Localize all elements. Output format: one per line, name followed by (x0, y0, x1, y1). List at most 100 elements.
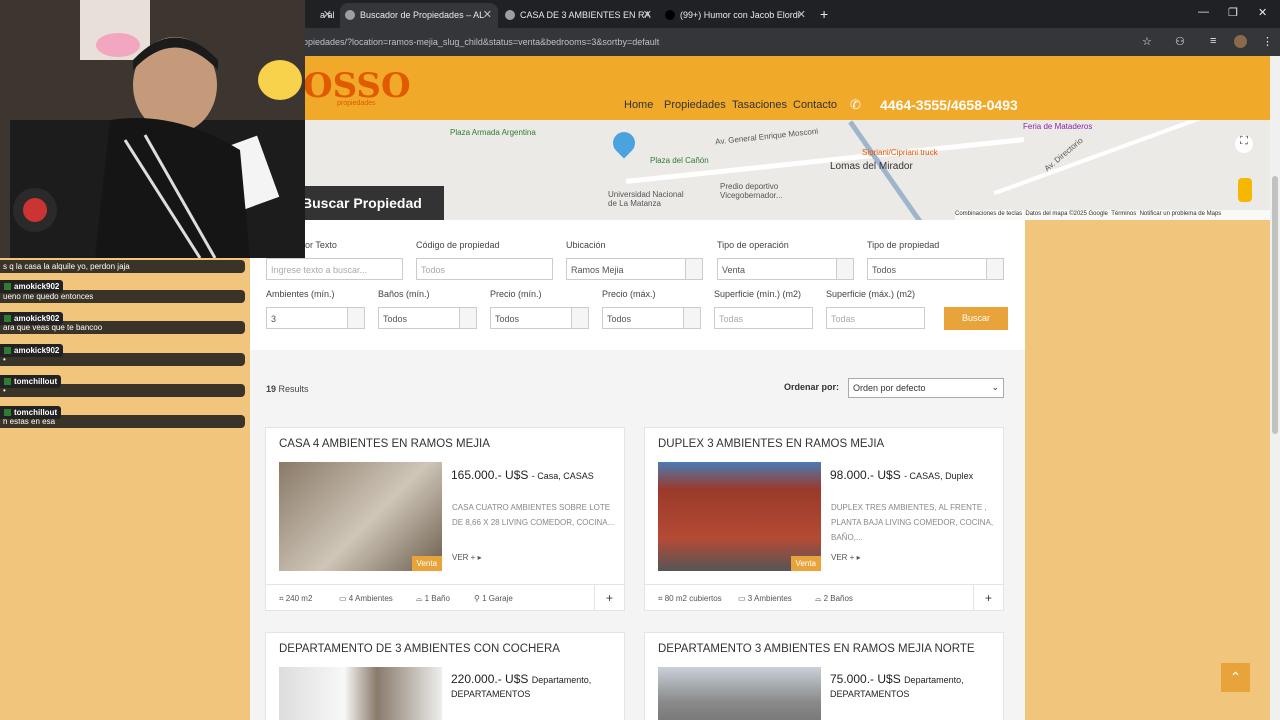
street-view-icon[interactable] (1238, 178, 1252, 202)
maximize-icon[interactable]: ❐ (1228, 6, 1238, 19)
property-image[interactable] (279, 667, 442, 720)
minimize-icon[interactable]: — (1198, 6, 1209, 18)
chat-username: amokick902 (0, 344, 64, 357)
property-price: 75.000.- U$S Departamento, DEPARTAMENTOS (830, 673, 990, 701)
property-type-select[interactable]: Todos (867, 258, 1004, 280)
site-header: OSSO propiedades Home Propiedades Tasaci… (245, 56, 1280, 120)
chat-message: s q la casa la alquile yo, perdon jaja (0, 260, 245, 273)
surface-max-input[interactable]: Todas (826, 307, 925, 329)
view-more-link[interactable]: VER + ▸ (452, 553, 482, 562)
map-terms-link[interactable]: Términos (1111, 211, 1136, 217)
property-card[interactable]: DUPLEX 3 AMBIENTES EN RAMOS MEJIA Venta … (644, 427, 1004, 611)
surface-min-input[interactable]: Todas (714, 307, 813, 329)
property-image[interactable] (658, 667, 821, 720)
bath-value: 1 Baño (424, 594, 450, 603)
bath-value: 2 Baños (823, 594, 853, 603)
baths-select[interactable]: Todos (378, 307, 477, 329)
rooms-value: 4 Ambientes (348, 594, 393, 603)
property-price: 98.000.- U$S - CASAS, Duplex (830, 468, 973, 482)
map-pin-icon[interactable] (608, 127, 640, 159)
map-shortcuts-link[interactable]: Combinaciones de teclas (955, 211, 1022, 217)
filter-label: Código de propiedad (416, 240, 500, 250)
code-input[interactable]: Todos (416, 258, 553, 280)
badge-icon (4, 315, 11, 323)
phone-number[interactable]: 4464-3555/4658-0493 (880, 97, 1018, 113)
bath-feature: ⌓ 1 Baño (416, 594, 450, 603)
property-type: - CASAS, Duplex (904, 471, 974, 481)
chat-username: tomchillout (0, 375, 62, 388)
property-card[interactable]: DEPARTAMENTO DE 3 AMBIENTES CON COCHERA … (265, 632, 625, 720)
property-features: ⌗ 240 m2 ▭ 4 Ambientes ⌓ 1 Baño ⚲ 1 Gara… (266, 584, 624, 611)
close-icon[interactable]: ✕ (483, 8, 492, 21)
property-title[interactable]: DEPARTAMENTO DE 3 AMBIENTES CON COCHERA (279, 643, 560, 655)
rooms-select[interactable]: 3 (266, 307, 365, 329)
tab-label: (99+) Humor con Jacob Elordi (680, 10, 800, 20)
filter-label: or Texto (305, 240, 337, 250)
property-image[interactable]: Venta (279, 462, 442, 571)
view-more-link[interactable]: VER + ▸ (831, 553, 861, 562)
nav-home[interactable]: Home (624, 99, 653, 111)
operation-select[interactable]: Venta (717, 258, 854, 280)
url-field[interactable]: ropiedades/?location=ramos-mejia_slug_ch… (300, 37, 659, 47)
wordpress-icon (505, 10, 515, 20)
map-label: Universidad Nacional de La Matanza (608, 190, 684, 208)
close-icon[interactable]: ✕ (797, 8, 806, 21)
nav-contacto[interactable]: Contacto (793, 99, 837, 111)
price-max-select[interactable]: Todos (602, 307, 701, 329)
scrollbar-thumb[interactable] (1272, 176, 1278, 434)
property-features: ⌗ 80 m2 cubiertos ▭ 3 Ambientes ⌓ 2 Baño… (645, 584, 1003, 611)
map-label: Lomas del Mirador (830, 161, 913, 172)
property-title[interactable]: CASA 4 AMBIENTES EN RAMOS MEJIA (279, 438, 490, 450)
nav-propiedades[interactable]: Propiedades (664, 99, 726, 111)
tab-4[interactable]: (99+) Humor con Jacob Elordi ✕ (660, 3, 812, 28)
sort-select[interactable]: Orden por defecto ⌄ (848, 378, 1004, 398)
area-feature: ⌗ 80 m2 cubiertos (658, 594, 722, 603)
bath-feature: ⌓ 2 Baños (815, 594, 853, 603)
close-window-icon[interactable]: ✕ (1258, 6, 1267, 19)
tab-2[interactable]: Buscador de Propiedades – AL ✕ (340, 3, 498, 28)
property-card[interactable]: CASA 4 AMBIENTES EN RAMOS MEJIA Venta 16… (265, 427, 625, 611)
badge-icon (4, 409, 11, 417)
menu-icon[interactable]: ⋮ (1262, 35, 1273, 48)
location-select[interactable]: Ramos Mejia (566, 258, 703, 280)
map-label: Predio deportivo Vicegobernador... (720, 182, 783, 200)
map-label: Av. General Enrique Mosconi (714, 126, 819, 147)
close-icon[interactable]: ✕ (643, 8, 652, 21)
add-button[interactable]: + (594, 585, 624, 611)
scroll-top-button[interactable]: ⌃ (1221, 663, 1250, 692)
area-feature: ⌗ 240 m2 (279, 594, 313, 603)
new-tab-button[interactable]: + (820, 6, 828, 22)
media-icon[interactable]: ≡ (1210, 35, 1216, 47)
map-data-text: Datos del mapa ©2025 Google (1025, 211, 1108, 217)
filter-label: Superficie (máx.) (m2) (826, 289, 916, 299)
property-description: CASA CUATRO AMBIENTES SOBRE LOTE DE 8,66… (452, 503, 615, 527)
search-button[interactable]: Buscar (944, 307, 1008, 330)
tab-label: CASA DE 3 AMBIENTES EN RA (520, 10, 651, 20)
profile-avatar[interactable] (1234, 35, 1247, 48)
extension-icon[interactable]: ⚇ (1175, 35, 1185, 48)
website: OSSO propiedades Home Propiedades Tasaci… (245, 56, 1280, 720)
map-report-link[interactable]: Notificar un problema de Maps (1140, 211, 1222, 217)
status-badge: Venta (790, 556, 821, 571)
area-value: 240 m2 (285, 594, 313, 603)
price-value: 98.000.- U$S (830, 468, 901, 482)
close-icon[interactable]: ✕ (323, 8, 332, 21)
status-badge: Venta (411, 556, 442, 571)
fullscreen-icon[interactable]: ⛶ (1235, 135, 1253, 153)
property-price: 165.000.- U$S - Casa, CASAS (451, 468, 594, 482)
add-button[interactable]: + (973, 585, 1003, 611)
tab-3[interactable]: CASA DE 3 AMBIENTES EN RA ✕ (500, 3, 658, 28)
text-search-input[interactable]: Ingrese texto a buscar... (266, 258, 403, 280)
chevron-down-icon: ⌄ (991, 382, 999, 392)
rooms-feature: ▭ 3 Ambientes (738, 594, 792, 603)
map-label: Plaza del Cañón (650, 156, 709, 165)
price-min-select[interactable]: Todos (490, 307, 589, 329)
tab-1[interactable]: a al ✕ (300, 3, 338, 28)
property-card[interactable]: DEPARTAMENTO 3 AMBIENTES EN RAMOS MEJIA … (644, 632, 1004, 720)
property-title[interactable]: DUPLEX 3 AMBIENTES EN RAMOS MEJIA (658, 438, 884, 450)
chat-username-text: amokick902 (14, 314, 60, 323)
property-image[interactable]: Venta (658, 462, 821, 571)
property-title[interactable]: DEPARTAMENTO 3 AMBIENTES EN RAMOS MEJIA … (658, 643, 975, 655)
nav-tasaciones[interactable]: Tasaciones (732, 99, 787, 111)
bookmark-star-icon[interactable]: ☆ (1142, 35, 1152, 48)
